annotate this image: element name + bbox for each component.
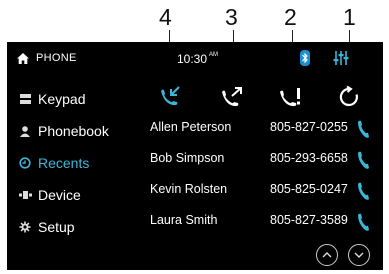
scroll-down-button[interactable]	[348, 244, 370, 266]
bluetooth-icon[interactable]	[300, 50, 310, 71]
contact-name: Laura Smith	[150, 213, 218, 227]
filter-all-calls[interactable]	[334, 82, 364, 112]
sidebar-item-label: Phonebook	[38, 123, 109, 139]
list-item[interactable]: Bob Simpson 805-293-6658	[150, 149, 380, 171]
all-calls-icon	[334, 82, 364, 112]
list-item[interactable]: Allen Peterson 805-827-0255	[150, 118, 380, 140]
contact-number: 805-827-3589	[270, 213, 348, 227]
call-icon[interactable]	[355, 120, 369, 141]
contact-name: Kevin Rolsten	[150, 182, 228, 196]
call-icon[interactable]	[355, 182, 369, 203]
filter-dialed-calls[interactable]	[217, 82, 247, 112]
phone-screen: PHONE 10:30 AM Keypad Phonebook Recents …	[7, 42, 383, 270]
contact-name: Bob Simpson	[150, 151, 225, 165]
call-icon[interactable]	[355, 151, 369, 172]
gear-icon	[18, 220, 32, 234]
received-calls-icon	[154, 82, 184, 112]
sidebar-item-setup[interactable]: Setup	[18, 216, 75, 238]
call-filter-row	[7, 82, 383, 112]
callout-1: 1	[343, 4, 356, 30]
home-icon	[17, 52, 29, 64]
contact-number: 805-827-0255	[270, 120, 348, 134]
contact-number: 805-825-0247	[270, 182, 348, 196]
callout-3: 3	[225, 4, 238, 30]
callout-2: 2	[284, 4, 297, 30]
dialed-calls-icon	[217, 82, 247, 112]
status-bar: PHONE 10:30 AM	[7, 42, 383, 76]
callout-4: 4	[159, 4, 172, 30]
device-icon	[18, 188, 32, 202]
equalizer-icon[interactable]	[333, 51, 349, 70]
filter-received-calls[interactable]	[154, 82, 184, 112]
list-item[interactable]: Laura Smith 805-827-3589	[150, 211, 380, 233]
sidebar-item-phonebook[interactable]: Phonebook	[18, 120, 109, 142]
scroll-up-button[interactable]	[316, 244, 338, 266]
contact-number: 805-293-6658	[270, 151, 348, 165]
clock-ampm: AM	[209, 52, 219, 58]
filter-missed-calls[interactable]	[276, 82, 306, 112]
home-button[interactable]: PHONE	[17, 52, 77, 64]
person-icon	[18, 124, 32, 138]
sidebar-item-label: Recents	[38, 155, 90, 171]
sidebar-item-recents[interactable]: Recents	[18, 152, 89, 174]
sidebar-item-label: Setup	[38, 219, 75, 235]
contact-name: Allen Peterson	[150, 120, 232, 134]
missed-calls-icon	[276, 82, 306, 112]
sidebar-item-device[interactable]: Device	[18, 184, 81, 206]
list-item[interactable]: Kevin Rolsten 805-825-0247	[150, 180, 380, 202]
recents-icon	[18, 156, 32, 170]
clock: 10:30 AM	[177, 52, 218, 66]
call-icon[interactable]	[355, 213, 369, 234]
page-title: PHONE	[36, 52, 77, 64]
sidebar-item-label: Device	[38, 187, 81, 203]
clock-time: 10:30	[177, 52, 208, 66]
